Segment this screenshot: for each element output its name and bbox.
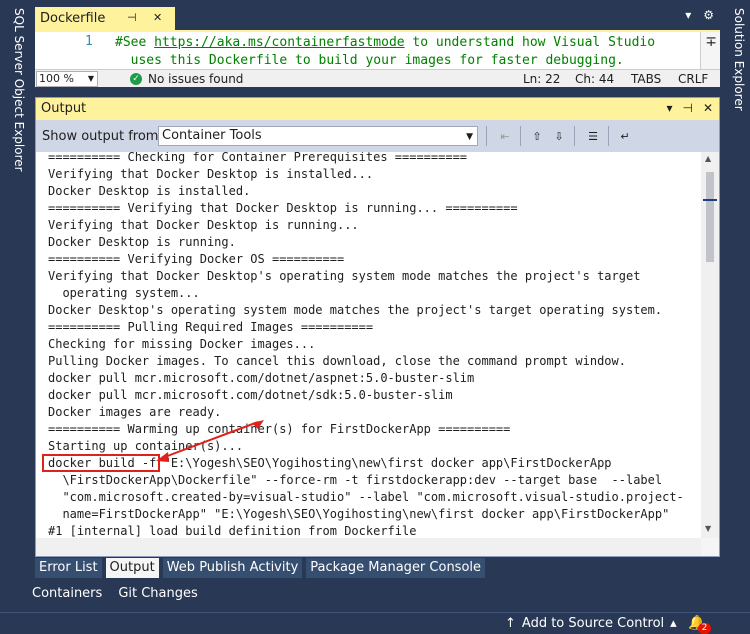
- tool-window-tabs: Error List Output Web Publish Activity P…: [35, 558, 489, 578]
- bottom-panel-tabs: Containers Git Changes: [30, 586, 200, 604]
- word-wrap-icon[interactable]: ↵: [616, 127, 634, 145]
- code-editor[interactable]: 1 #See https://aka.ms/containerfastmode …: [35, 30, 720, 71]
- tabs-indicator[interactable]: TABS: [631, 72, 661, 86]
- status-bar: ↑ Add to Source Control ▴ 🔔 2: [0, 612, 750, 634]
- right-tool-strip: Solution Explorer: [720, 0, 750, 612]
- zoom-dropdown[interactable]: 100 % ▼: [36, 71, 98, 87]
- vertical-scrollbar[interactable]: ▲ ▼: [701, 152, 719, 538]
- gear-icon[interactable]: ⚙: [703, 8, 714, 22]
- output-text-area[interactable]: ========== Checking for Container Prereq…: [36, 152, 701, 538]
- previous-message-icon[interactable]: ⇧: [528, 127, 546, 145]
- chevron-up-icon: ▴: [670, 616, 677, 631]
- split-icon[interactable]: ∓: [705, 34, 717, 50]
- line-ending-indicator[interactable]: CRLF: [678, 72, 708, 86]
- tab-error-list[interactable]: Error List: [35, 558, 102, 578]
- editor-splitter[interactable]: ∓: [700, 32, 720, 71]
- issues-text: No issues found: [148, 72, 244, 86]
- toolbar-separator: [608, 126, 609, 146]
- find-message-icon[interactable]: ⇤: [496, 127, 514, 145]
- code-line2: uses this Dockerfile to build your image…: [130, 53, 624, 68]
- scrollbar-thumb[interactable]: [706, 172, 714, 262]
- tab-containers[interactable]: Containers: [30, 586, 104, 604]
- next-message-icon[interactable]: ⇩: [550, 127, 568, 145]
- add-to-source-control-button[interactable]: ↑ Add to Source Control ▴: [505, 616, 677, 631]
- window-controls: ▾ ⚙: [685, 8, 714, 22]
- left-tool-strip: SQL Server Object Explorer: [0, 0, 30, 612]
- pin-icon[interactable]: ⊣: [682, 101, 692, 115]
- document-tab-title: Dockerfile: [40, 11, 106, 26]
- toolbar-separator: [520, 126, 521, 146]
- code-prefix: #See: [115, 35, 155, 50]
- close-icon[interactable]: ✕: [153, 11, 162, 24]
- source-control-label: Add to Source Control: [521, 616, 665, 631]
- output-source-value: Container Tools: [162, 128, 262, 143]
- output-toolbar: Show output from: Container Tools ▼ ⇤ ⇧ …: [36, 120, 719, 152]
- output-header: Output ▾ ⊣ ✕: [36, 98, 719, 120]
- tab-git-changes[interactable]: Git Changes: [116, 586, 199, 604]
- horizontal-scrollbar[interactable]: [36, 538, 701, 556]
- notification-badge: 2: [698, 623, 711, 634]
- chevron-down-icon: ▼: [466, 132, 473, 142]
- dropdown-icon[interactable]: ▾: [685, 8, 691, 22]
- solution-explorer-tab[interactable]: Solution Explorer: [728, 8, 746, 111]
- issues-indicator[interactable]: ✓ No issues found: [130, 72, 243, 86]
- chevron-down-icon: ▼: [87, 74, 94, 83]
- check-icon: ✓: [130, 73, 142, 85]
- scroll-up-icon[interactable]: ▲: [705, 154, 711, 163]
- output-header-icons: ▾ ⊣ ✕: [666, 101, 713, 115]
- scrollbar-marker: [703, 199, 717, 201]
- close-icon[interactable]: ✕: [703, 101, 713, 115]
- tab-web-publish-activity[interactable]: Web Publish Activity: [162, 558, 303, 578]
- pin-icon[interactable]: ⊣: [127, 11, 137, 24]
- line-number: 1: [85, 34, 93, 49]
- toolbar-separator: [574, 126, 575, 146]
- line-indicator[interactable]: Ln: 22: [523, 72, 560, 86]
- output-title: Output: [41, 101, 87, 116]
- zoom-value: 100 %: [39, 72, 74, 85]
- document-tab-row: Dockerfile ⊣ ✕ ▾ ⚙: [30, 0, 720, 30]
- tab-output[interactable]: Output: [105, 558, 159, 578]
- dropdown-icon[interactable]: ▾: [666, 101, 672, 115]
- code-comment: #See https://aka.ms/containerfastmode to…: [115, 34, 655, 70]
- output-panel: Output ▾ ⊣ ✕ Show output from: Container…: [35, 97, 720, 557]
- scroll-down-icon[interactable]: ▼: [705, 524, 711, 533]
- tab-package-manager-console[interactable]: Package Manager Console: [306, 558, 486, 578]
- column-indicator[interactable]: Ch: 44: [575, 72, 614, 86]
- output-source-select[interactable]: Container Tools ▼: [158, 126, 478, 146]
- editor-status-bar: 100 % ▼ ✓ No issues found Ln: 22 Ch: 44 …: [35, 69, 720, 87]
- code-suffix: to understand how Visual Studio: [404, 35, 656, 50]
- container-fastmode-link[interactable]: https://aka.ms/containerfastmode: [154, 35, 404, 50]
- clear-all-icon[interactable]: ☰: [584, 127, 602, 145]
- sql-server-object-explorer-tab[interactable]: SQL Server Object Explorer: [8, 8, 26, 172]
- annotation-arrow-icon: [156, 420, 264, 462]
- toolbar-separator: [486, 126, 487, 146]
- dockerfile-document-tab[interactable]: Dockerfile ⊣ ✕: [35, 7, 175, 30]
- show-output-from-label: Show output from:: [42, 129, 163, 144]
- arrow-up-icon: ↑: [505, 616, 516, 631]
